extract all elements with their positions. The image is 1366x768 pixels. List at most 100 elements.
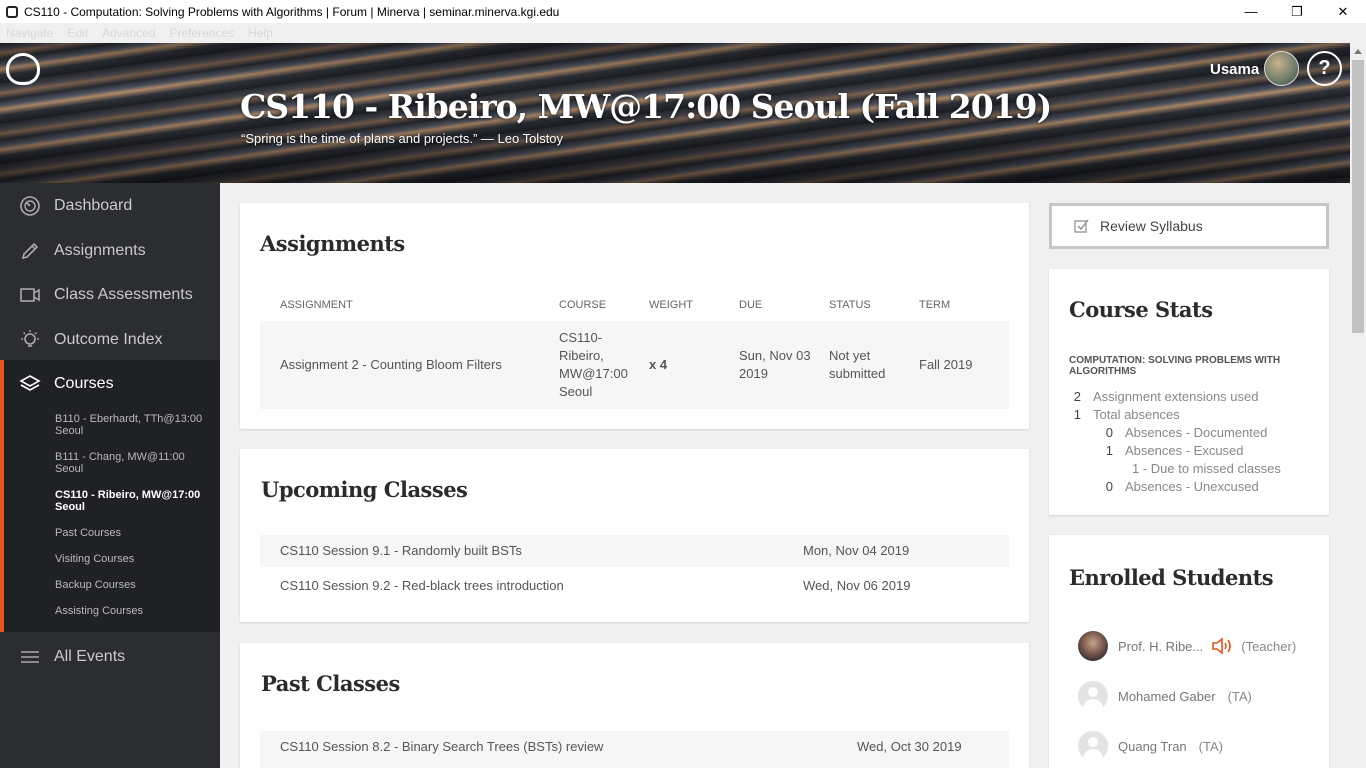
user-avatar[interactable] [1264, 51, 1299, 86]
assignment-status: Not yet submitted [829, 347, 885, 383]
column-header-term: TERM [919, 299, 951, 311]
user-name[interactable]: Usama [1210, 61, 1259, 78]
column-header-due: DUE [739, 299, 763, 311]
stat-label: Total absences [1093, 407, 1180, 422]
sidebar-item-label: Class Assessments [54, 286, 193, 303]
pencil-icon [19, 240, 41, 262]
past-courses-link[interactable]: Past Courses [55, 527, 215, 539]
column-header-weight: WEIGHT [649, 299, 693, 311]
upcoming-class-link[interactable]: CS110 Session 9.2 - Red-black trees intr… [280, 577, 564, 595]
assignments-card: Assignments ASSIGNMENT COURSE WEIGHT DUE… [240, 203, 1029, 429]
stat-number: 0 [1105, 479, 1113, 494]
window-controls: — ❐ ✕ [1228, 0, 1366, 23]
assignment-term: Fall 2019 [919, 357, 973, 372]
sidebar-item-courses[interactable]: Courses [0, 362, 220, 406]
courses-section: Courses B110 - Eberhardt, TTh@13:00 Seou… [0, 360, 220, 632]
status-line: Not yet [829, 348, 871, 363]
default-avatar-icon [1078, 731, 1108, 761]
menu-edit[interactable]: Edit [67, 26, 88, 40]
window-title: CS110 - Computation: Solving Problems wi… [24, 4, 560, 19]
review-syllabus-button[interactable]: Review Syllabus [1049, 203, 1329, 249]
layers-icon [19, 373, 41, 395]
upcoming-class-date: Wed, Nov 06 2019 [803, 578, 911, 593]
sidebar-item-assignments[interactable]: Assignments [0, 229, 220, 273]
scrollbar-thumb[interactable] [1352, 60, 1364, 333]
list-item: CS110 Session 9.1 - Randomly built BSTs … [260, 535, 1009, 567]
course-link-cs110[interactable]: CS110 - Ribeiro, MW@17:00 Seoul [55, 489, 215, 513]
past-classes-title: Past Classes [261, 671, 400, 696]
speaker-icon[interactable] [1211, 637, 1233, 655]
student-row[interactable]: Prof. H. Ribe... (Teacher) [1078, 631, 1296, 661]
assignment-weight: x 4 [649, 357, 668, 372]
course-title: CS110 - Ribeiro, MW@17:00 Seoul (Fall 20… [240, 87, 1052, 126]
video-icon [19, 284, 41, 306]
menu-navigate[interactable]: Navigate [6, 26, 53, 40]
checkbox-edit-icon [1074, 218, 1090, 234]
past-class-link[interactable]: CS110 Session 8.2 - Binary Search Trees … [280, 738, 603, 756]
sidebar-nav: Dashboard Assignments Class Assessments … [0, 183, 220, 768]
close-button[interactable]: ✕ [1320, 0, 1366, 23]
course-stats-card: Course Stats COMPUTATION: SOLVING PROBLE… [1049, 269, 1329, 515]
stat-label: Absences - Documented [1125, 425, 1268, 440]
column-header-course: COURSE [559, 299, 607, 311]
window-titlebar: CS110 - Computation: Solving Problems wi… [0, 0, 1366, 23]
stat-label: Absences - Unexcused [1125, 479, 1259, 494]
student-name: Quang Tran [1118, 738, 1187, 754]
past-class-date: Wed, Oct 30 2019 [857, 739, 962, 754]
assignment-link[interactable]: Assignment 2 - Counting Bloom Filters [280, 356, 502, 374]
sidebar-item-label: Courses [54, 375, 114, 392]
page-scrollbar[interactable] [1350, 43, 1366, 768]
course-link-b110[interactable]: B110 - Eberhardt, TTh@13:00 Seoul [55, 413, 215, 437]
sidebar-item-all-events[interactable]: All Events [0, 635, 220, 679]
visiting-courses-link[interactable]: Visiting Courses [55, 553, 215, 565]
course-link-b111[interactable]: B111 - Chang, MW@11:00 Seoul [55, 451, 215, 475]
minimize-button[interactable]: — [1228, 0, 1274, 23]
course-line: Ribeiro, [559, 348, 604, 363]
table-row: Assignment 2 - Counting Bloom Filters CS… [260, 321, 1009, 409]
menu-icon [19, 646, 41, 668]
menu-help[interactable]: Help [248, 26, 273, 40]
scroll-up-arrow-icon[interactable] [1354, 49, 1362, 54]
student-row[interactable]: Mohamed Gaber (TA) [1078, 681, 1252, 711]
header-quote: “Spring is the time of plans and project… [241, 131, 564, 146]
stat-number: 1 [1073, 407, 1081, 422]
stat-label: 1 - Due to missed classes [1132, 461, 1281, 476]
assignments-title: Assignments [260, 231, 405, 256]
due-line: Sun, Nov 03 [739, 348, 811, 363]
student-name: Mohamed Gaber [1118, 688, 1216, 704]
app-icon [6, 5, 18, 18]
stat-label: Absences - Excused [1125, 443, 1244, 458]
upcoming-class-link[interactable]: CS110 Session 9.1 - Randomly built BSTs [280, 542, 522, 560]
list-item: CS110 Session 8.2 - Binary Search Trees … [260, 731, 1009, 768]
stat-number: 1 [1105, 443, 1113, 458]
help-button[interactable]: ? [1307, 51, 1342, 86]
sidebar-item-class-assessments[interactable]: Class Assessments [0, 273, 220, 317]
enrolled-students-title: Enrolled Students [1069, 565, 1274, 590]
menu-preferences[interactable]: Preferences [169, 26, 234, 40]
assisting-courses-link[interactable]: Assisting Courses [55, 605, 215, 617]
assignment-due: Sun, Nov 03 2019 [739, 347, 811, 383]
course-line: MW@17:00 [559, 366, 628, 381]
restore-button[interactable]: ❐ [1274, 0, 1320, 23]
due-line: 2019 [739, 366, 768, 381]
course-stats-title: Course Stats [1069, 297, 1213, 322]
sidebar-item-label: Dashboard [54, 197, 133, 214]
sidebar-item-dashboard[interactable]: Dashboard [0, 184, 220, 228]
column-header-assignment: ASSIGNMENT [280, 299, 353, 311]
sidebar-item-label: Outcome Index [54, 331, 163, 348]
upcoming-classes-card: Upcoming Classes CS110 Session 9.1 - Ran… [240, 449, 1029, 622]
minerva-logo[interactable] [6, 53, 40, 85]
assignment-course-link[interactable]: CS110- Ribeiro, MW@17:00 Seoul [559, 329, 628, 401]
status-line: submitted [829, 366, 886, 381]
backup-courses-link[interactable]: Backup Courses [55, 579, 215, 591]
student-role: (TA) [1198, 738, 1223, 754]
student-row[interactable]: Quang Tran (TA) [1078, 731, 1223, 761]
course-stats-subtitle: COMPUTATION: SOLVING PROBLEMS WITH ALGOR… [1069, 355, 1281, 377]
sidebar-item-outcome-index[interactable]: Outcome Index [0, 318, 220, 362]
upcoming-classes-title: Upcoming Classes [261, 477, 468, 502]
menu-advanced[interactable]: Advanced [102, 26, 155, 40]
course-header-banner: CS110 - Ribeiro, MW@17:00 Seoul (Fall 20… [0, 43, 1350, 183]
menu-bar: Navigate Edit Advanced Preferences Help [0, 23, 1366, 43]
course-line: CS110- [559, 330, 603, 345]
sidebar-item-label: Assignments [54, 242, 146, 259]
